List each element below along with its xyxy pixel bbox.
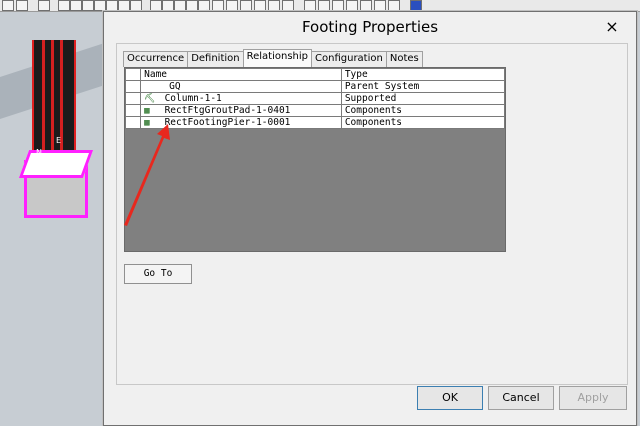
dialog-title: Footing Properties [301,18,439,36]
close-button[interactable]: × [602,17,622,37]
column-icon: ⛏ [144,94,156,104]
apply-button[interactable]: Apply [559,386,627,410]
toolbar-icon[interactable] [118,0,130,11]
toolbar-icon[interactable] [212,0,224,11]
toolbar-icon[interactable] [198,0,210,11]
toolbar-icon[interactable] [82,0,94,11]
toolbar-icon[interactable] [346,0,358,11]
row-name: GQ [140,80,342,93]
toolbar-icon[interactable] [226,0,238,11]
toolbar-icon[interactable] [2,0,14,11]
column-model[interactable] [32,40,76,165]
toolbar-icon[interactable] [268,0,280,11]
toolbar-icon[interactable] [162,0,174,11]
row-name: Column-1-1 [164,93,222,104]
toolbar-icon[interactable] [254,0,266,11]
table-row[interactable]: ▦ RectFtgGroutPad-1-0401 Components [124,104,506,117]
zoom-icon[interactable] [304,0,316,11]
row-select-cell[interactable] [124,116,142,129]
toolbar-icon[interactable] [106,0,118,11]
row-type: Parent System [340,80,506,93]
toolbar-icon[interactable] [94,0,106,11]
toolbar-icon[interactable] [150,0,162,11]
toolbar-icon[interactable] [282,0,294,11]
header-type[interactable]: Type [340,68,506,81]
footing-pier-top [18,150,94,178]
axis-label-n: N [36,148,42,157]
ok-button[interactable]: OK [417,386,483,410]
toolbar-icon[interactable] [38,0,50,11]
row-name: RectFootingPier-1-0001 [164,117,291,128]
go-to-button[interactable]: Go To [124,264,192,284]
table-row[interactable]: ⛏ Column-1-1 Supported [124,92,506,105]
toolbar-icon[interactable] [332,0,344,11]
tab-configuration[interactable]: Configuration [311,51,387,67]
tab-notes[interactable]: Notes [385,51,423,67]
row-name: RectFtgGroutPad-1-0401 [164,105,291,116]
toolbar-icon[interactable] [388,0,400,11]
header-name[interactable]: Name [140,68,342,81]
toolbar-icon[interactable] [360,0,372,11]
toolbar-icon[interactable] [240,0,252,11]
component-icon: ▦ [144,106,150,116]
row-select-cell[interactable] [124,104,142,117]
component-icon: ▦ [144,118,150,128]
tab-occurrence[interactable]: Occurrence [123,51,189,67]
toolbar-icon[interactable] [174,0,186,11]
toolbar-icon[interactable] [318,0,330,11]
toolbar-icon[interactable] [16,0,28,11]
row-select-cell[interactable] [124,92,142,105]
relationship-grid[interactable]: Name Type GQ Parent System ⛏ Column-1-1 … [124,67,506,252]
row-name-cell: ▦ RectFtgGroutPad-1-0401 [140,104,342,117]
tab-definition[interactable]: Definition [187,51,244,67]
tab-strip: Occurrence Definition Relationship Confi… [123,49,423,67]
row-name-cell: ⛏ Column-1-1 [140,92,342,105]
relationship-table: Name Type GQ Parent System ⛏ Column-1-1 … [124,68,506,129]
toolbar-icon[interactable] [186,0,198,11]
table-header-row: Name Type [124,68,506,81]
tab-relationship[interactable]: Relationship [242,49,313,67]
table-row[interactable]: GQ Parent System [124,80,506,93]
help-icon[interactable] [410,0,422,11]
cancel-button[interactable]: Cancel [488,386,554,410]
toolbar-icon[interactable] [130,0,142,11]
footing-properties-dialog: Footing Properties × Occurrence Definiti… [103,11,637,426]
row-type: Components [340,104,506,117]
row-select-cell[interactable] [124,80,142,93]
title-bar[interactable]: Footing Properties × [104,12,636,43]
axis-label-e: E [56,136,62,145]
toolbar-icon[interactable] [58,0,70,11]
row-type: Supported [340,92,506,105]
column-stripe [51,40,54,165]
toolbar-icon[interactable] [70,0,82,11]
toolbar-icon[interactable] [374,0,386,11]
column-stripe [42,40,45,165]
column-stripe [60,40,63,165]
row-type: Components [340,116,506,129]
header-select-cell[interactable] [124,68,142,81]
dialog-client-area: Occurrence Definition Relationship Confi… [116,43,628,385]
table-row[interactable]: ▦ RectFootingPier-1-0001 Components [124,116,506,129]
row-name-cell: ▦ RectFootingPier-1-0001 [140,116,342,129]
